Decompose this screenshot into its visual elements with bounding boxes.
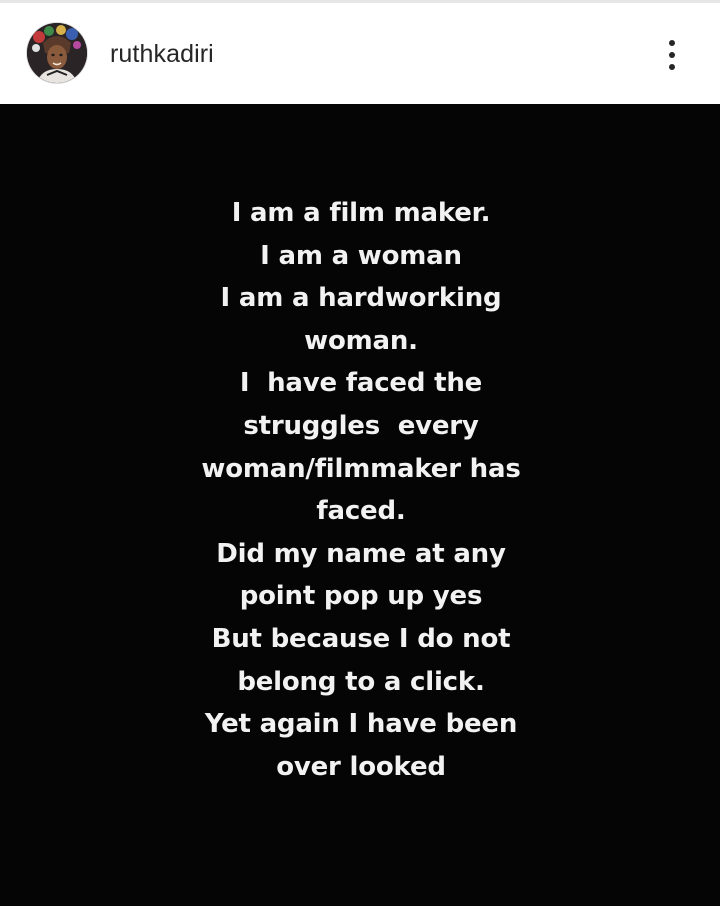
post-text-line: I am a hardworking: [220, 283, 502, 314]
post-header: ruthkadiri: [0, 0, 720, 104]
post-text-line: over looked: [276, 751, 446, 782]
post-text-line: struggles every: [243, 410, 479, 441]
vertical-ellipsis-icon: [669, 64, 675, 70]
post-text-line: point pop up yes: [239, 581, 483, 612]
post-text-line: faced.: [316, 496, 406, 527]
post-text-line: I am a film maker.: [231, 198, 491, 228]
avatar-photo-icon: [27, 23, 87, 83]
post-text-line: But because I do not: [211, 623, 511, 654]
post-text-line: woman.: [304, 325, 418, 356]
profile-avatar[interactable]: [27, 23, 87, 83]
post-text-line: I have faced the: [239, 368, 483, 399]
more-options-button[interactable]: [654, 33, 690, 77]
post-image[interactable]: I am a film maker. I am a woman I am a h…: [0, 104, 720, 906]
post-text-line: woman/filmmaker has: [201, 453, 521, 484]
post-text-line: Did my name at any: [216, 538, 506, 569]
vertical-ellipsis-icon: [669, 40, 675, 46]
post-text-line: Yet again I have been: [204, 709, 518, 740]
post-text-block: I am a film maker. I am a woman I am a h…: [0, 192, 720, 788]
post-text-line: I am a woman: [260, 240, 462, 271]
username-link[interactable]: ruthkadiri: [110, 39, 214, 69]
post-text-line: belong to a click.: [237, 666, 485, 697]
vertical-ellipsis-icon: [669, 52, 675, 58]
